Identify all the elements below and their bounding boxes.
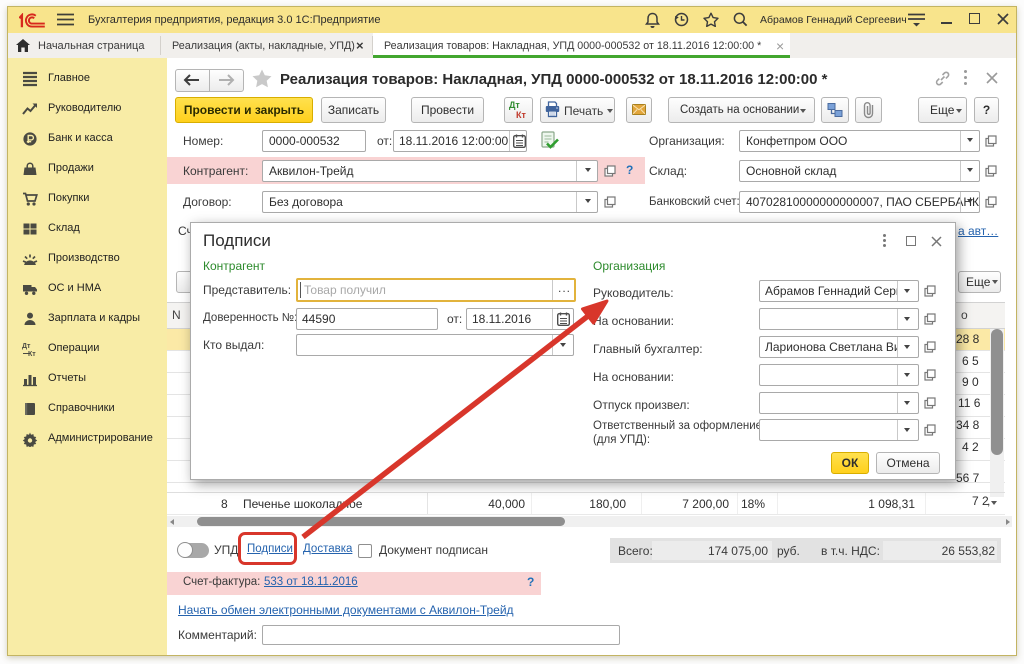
svg-text:Дт: Дт [22,343,31,350]
